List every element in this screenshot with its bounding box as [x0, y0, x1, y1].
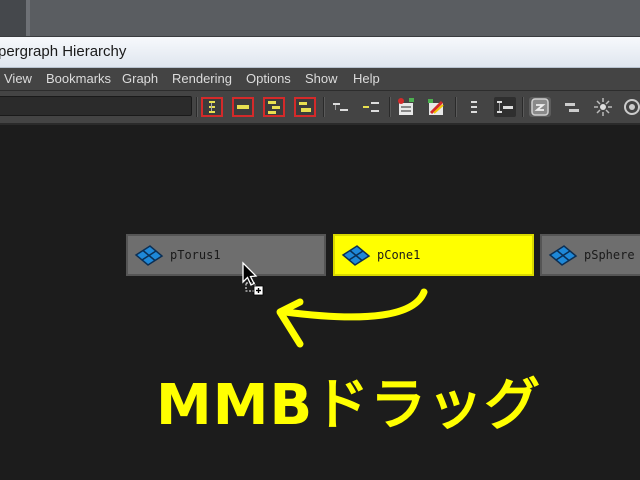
annotation-caption: MMBドラッグ — [156, 373, 542, 438]
curved-arrow-icon — [276, 288, 428, 348]
mouse-cursor-icon — [242, 261, 264, 296]
